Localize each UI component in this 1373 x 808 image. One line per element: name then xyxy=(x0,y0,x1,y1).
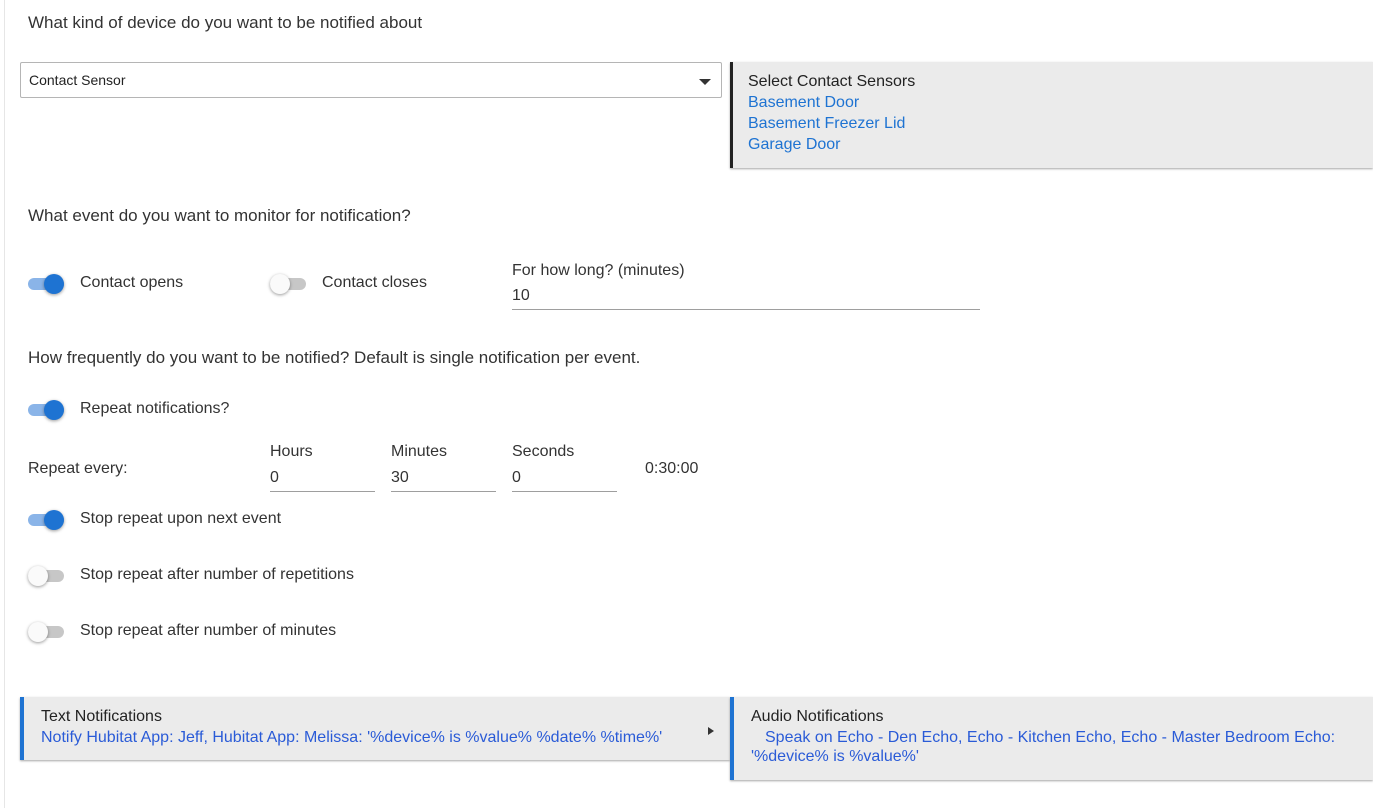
contact-opens-label: Contact opens xyxy=(80,274,184,291)
text-notifications-panel[interactable]: Text Notifications Notify Hubitat App: J… xyxy=(20,697,730,760)
stop-repetitions-label: Stop repeat after number of repetitions xyxy=(80,566,354,583)
audio-notifications-detail-line2: '%device% is %value%' xyxy=(751,748,919,765)
duration-label: For how long? (minutes) xyxy=(512,262,685,279)
contact-closes-label: Contact closes xyxy=(322,274,427,291)
device-question: What kind of device do you want to be no… xyxy=(28,13,423,32)
text-notifications-title: Text Notifications xyxy=(41,708,162,725)
select-contact-sensors-panel[interactable]: Select Contact Sensors Basement Door Bas… xyxy=(730,62,1373,168)
duration-input[interactable]: 10 xyxy=(512,287,980,310)
seconds-label: Seconds xyxy=(512,443,575,460)
text-notifications-detail: Notify Hubitat App: Jeff, Hubitat App: M… xyxy=(41,729,663,746)
contact-opens-toggle[interactable] xyxy=(28,272,68,296)
page-left-border xyxy=(4,0,5,808)
expand-arrow-icon[interactable] xyxy=(708,727,714,735)
sensor-link-basement-door[interactable]: Basement Door xyxy=(748,94,915,112)
contact-closes-toggle[interactable] xyxy=(270,272,310,296)
sensor-link-basement-freezer-lid[interactable]: Basement Freezer Lid xyxy=(748,115,915,133)
sensors-panel-title: Select Contact Sensors xyxy=(748,73,916,90)
stop-minutes-label: Stop repeat after number of minutes xyxy=(80,622,337,639)
hours-label: Hours xyxy=(270,443,313,460)
event-question: What event do you want to monitor for no… xyxy=(28,206,411,225)
chevron-down-icon xyxy=(699,79,711,85)
audio-notifications-detail-line1: Speak on Echo - Den Echo, Echo - Kitchen… xyxy=(765,729,1336,746)
repeat-notifications-label: Repeat notifications? xyxy=(80,400,230,417)
seconds-input[interactable]: 0 xyxy=(512,469,617,492)
stop-next-event-toggle[interactable] xyxy=(28,508,68,532)
frequency-question: How frequently do you want to be notifie… xyxy=(28,348,641,367)
hours-input[interactable]: 0 xyxy=(270,469,375,492)
device-type-select[interactable]: Contact Sensor xyxy=(20,62,722,98)
audio-notifications-panel[interactable]: Audio Notifications Speak on Echo - Den … xyxy=(730,697,1373,780)
repeat-notifications-toggle[interactable] xyxy=(28,398,68,422)
stop-minutes-toggle[interactable] xyxy=(28,620,68,644)
stop-next-event-label: Stop repeat upon next event xyxy=(80,510,282,527)
minutes-label: Minutes xyxy=(391,443,448,460)
minutes-input[interactable]: 30 xyxy=(391,469,496,492)
stop-repetitions-toggle[interactable] xyxy=(28,564,68,588)
repeat-every-label: Repeat every: xyxy=(28,460,128,477)
device-type-select-value: Contact Sensor xyxy=(29,72,126,88)
sensor-link-garage-door[interactable]: Garage Door xyxy=(748,136,915,154)
repeat-total-duration: 0:30:00 xyxy=(645,460,699,477)
audio-notifications-title: Audio Notifications xyxy=(751,708,884,725)
